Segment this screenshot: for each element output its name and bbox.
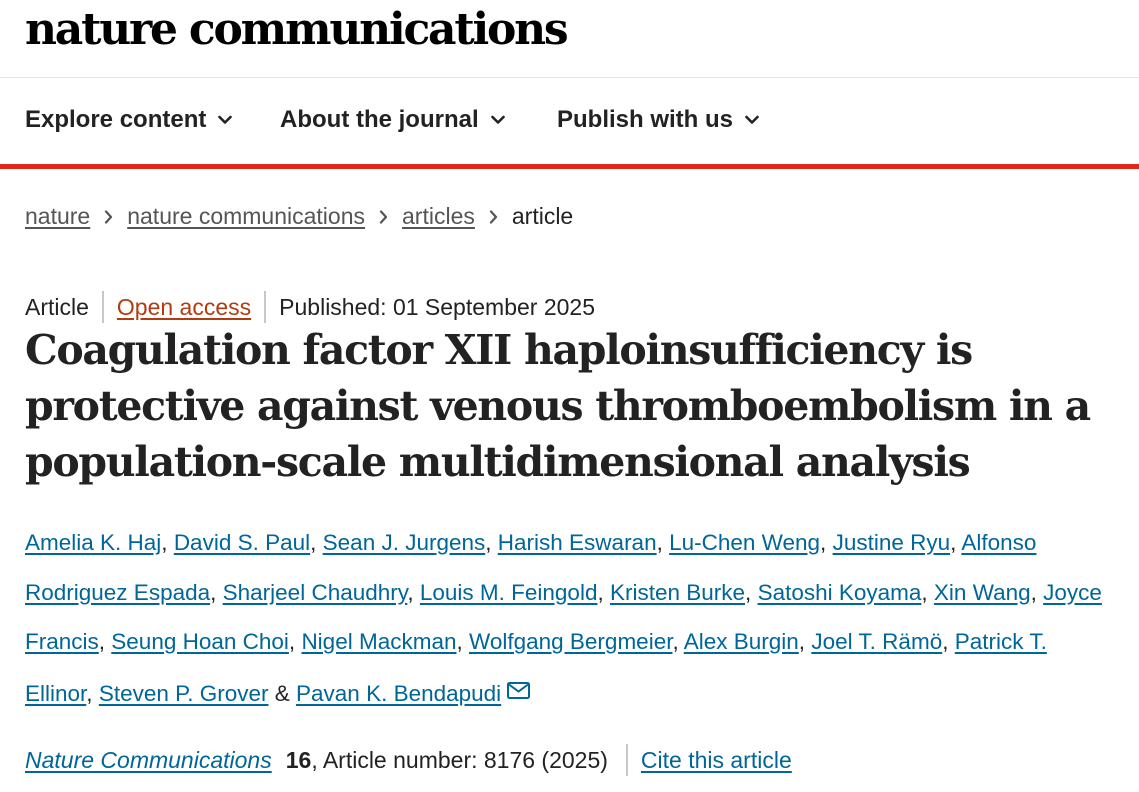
published-date: Published: 01 September 2025 [279,293,595,320]
site-logo[interactable]: nature communications [25,4,569,57]
article-number: , Article number: 8176 (2025) [311,746,608,773]
author-separator: , [98,629,112,654]
main-nav: Explore content About the journal Publis… [0,78,1139,169]
author-link[interactable]: Joel T. Rämö [811,629,942,654]
article-type: Article [25,293,89,320]
author-separator: , [485,530,498,555]
author-separator: , [310,530,323,555]
author-separator: , [456,629,470,654]
author-link[interactable]: Harish Eswaran [498,530,657,555]
author-separator: , [86,680,99,706]
breadcrumb: nature nature communications articles ar… [25,203,573,230]
author-link[interactable]: Xin Wang [934,580,1031,605]
author-link[interactable]: Alex Burgin [684,629,799,654]
chevron-down-icon [218,115,233,125]
author-separator: , [1030,579,1044,605]
meta-divider [264,291,267,323]
chevron-right-icon [104,209,113,224]
author-separator: , [820,530,833,555]
breadcrumb-current: article [511,203,574,229]
author-separator: , [672,629,684,654]
nav-item-label: Publish with us [557,106,734,133]
meta-divider [101,291,104,323]
author-separator-last: & [268,680,297,706]
author-link[interactable]: Satoshi Koyama [758,580,922,605]
author-separator: , [161,530,174,555]
nav-explore-content[interactable]: Explore content [25,106,233,134]
breadcrumb-link-nature-communications[interactable]: nature communications [127,203,365,230]
author-separator: , [921,579,934,605]
author-separator: , [942,629,955,654]
author-link[interactable]: Sharjeel Chaudhry [223,580,408,605]
citation-divider [625,744,628,776]
author-link[interactable]: Justine Ryu [833,530,951,555]
author-link[interactable]: Nigel Mackman [301,629,456,654]
article-title: Coagulation factor XII haploinsufficienc… [25,326,1091,486]
volume-number: 16 [285,746,312,773]
author-separator: , [210,579,223,605]
nav-item-label: About the journal [280,106,479,133]
masthead: nature communications [0,0,1139,78]
mail-icon[interactable] [507,667,531,717]
author-link[interactable]: Wolfgang Bergmeier [469,629,672,654]
nav-publish-with-us[interactable]: Publish with us [557,106,759,134]
author-link[interactable]: Sean J. Jurgens [323,530,486,555]
chevron-down-icon [490,115,505,125]
article-meta: Article Open access Published: 01 Septem… [25,291,595,323]
author-separator: , [597,579,610,605]
citation-line: Nature Communications 16 , Article numbe… [25,744,792,776]
author-link[interactable]: Pavan K. Bendapudi [296,681,501,706]
author-link[interactable]: Steven P. Grover [99,681,269,706]
author-list: Amelia K. Haj, David S. Paul, Sean J. Ju… [25,518,1115,718]
author-link[interactable]: David S. Paul [174,530,310,555]
journal-link[interactable]: Nature Communications [25,747,272,774]
nav-item-label: Explore content [25,106,207,133]
open-access-link[interactable]: Open access [117,294,251,321]
chevron-right-icon [379,209,388,224]
author-separator: , [656,530,670,555]
chevron-down-icon [745,115,759,125]
breadcrumb-link-articles[interactable]: articles [402,203,475,230]
author-link[interactable]: Amelia K. Haj [25,530,161,555]
author-link[interactable]: Seung Hoan Choi [111,629,289,654]
breadcrumb-link-nature[interactable]: nature [25,203,90,230]
chevron-right-icon [489,209,498,224]
author-separator: , [407,579,420,605]
author-separator: , [745,579,758,605]
author-link[interactable]: Louis M. Feingold [420,580,598,605]
nav-about-journal[interactable]: About the journal [280,106,505,134]
cite-this-article-link[interactable]: Cite this article [641,747,792,774]
author-separator: , [950,530,962,555]
author-link[interactable]: Lu-Chen Weng [669,530,820,555]
author-separator: , [288,629,302,654]
author-separator: , [798,629,812,654]
author-link[interactable]: Kristen Burke [610,580,745,605]
